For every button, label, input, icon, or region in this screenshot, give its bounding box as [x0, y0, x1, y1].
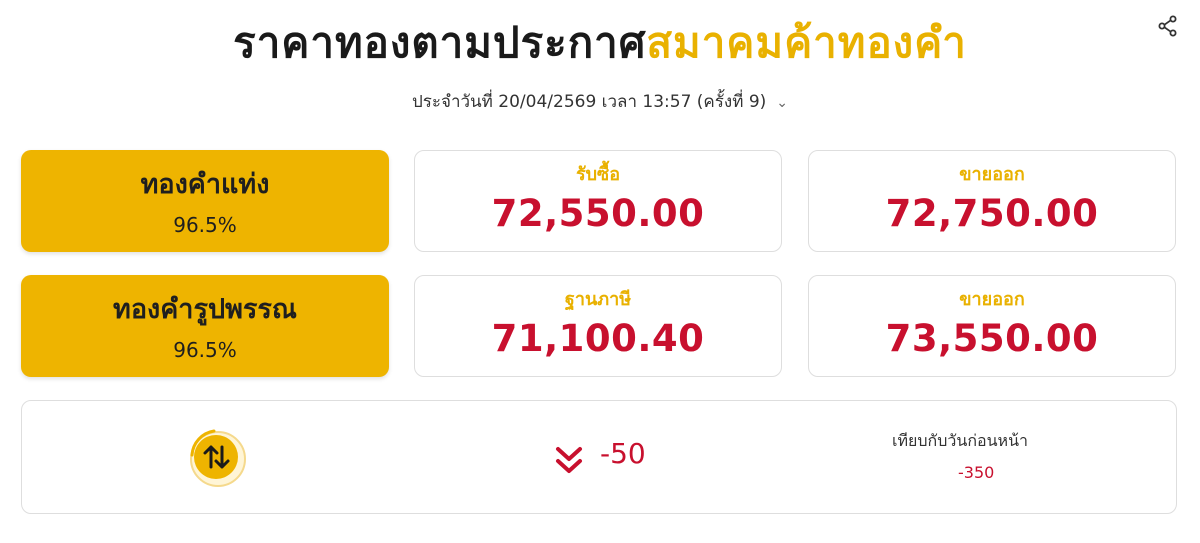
gold-bar-buy-price: 72,550.00 — [491, 192, 705, 235]
chevron-down-icon[interactable]: ⌄ — [776, 95, 788, 111]
gold-ornament-purity: 96.5% — [173, 338, 237, 362]
gold-ornament-sell-label: ขายออก — [959, 289, 1025, 310]
double-chevron-down-icon — [554, 443, 584, 477]
gold-ornament-label: ทองคำรูปพรรณ 96.5% — [21, 275, 389, 377]
gold-bar-name: ทองคำแท่ง — [140, 169, 270, 200]
page-title: ราคาทองตามประกาศสมาคมค้าทองคำ — [0, 10, 1200, 76]
title-accent: สมาคมค้าทองคำ — [646, 18, 967, 67]
up-down-arrows-icon — [184, 425, 248, 489]
gold-bar-buy-label: รับซื้อ — [575, 164, 621, 185]
gold-ornament-base-card: ฐานภาษี 71,100.40 — [414, 275, 782, 377]
gold-ornament-base-label: ฐานภาษี — [564, 289, 632, 310]
gold-bar-purity: 96.5% — [173, 213, 237, 237]
date-selector[interactable]: ประจำวันที่ 20/04/2569 เวลา 13:57 (ครั้ง… — [0, 88, 1200, 115]
gold-bar-sell-label: ขายออก — [959, 164, 1025, 185]
date-line: ประจำวันที่ 20/04/2569 เวลา 13:57 (ครั้ง… — [411, 92, 767, 112]
gold-ornament-name: ทองคำรูปพรรณ — [113, 294, 297, 325]
daily-change-value: -50 — [600, 437, 646, 470]
compare-previous-label: เทียบกับวันก่อนหน้า — [892, 431, 1029, 450]
gold-bar-sell-card: ขายออก 72,750.00 — [808, 150, 1176, 252]
compare-previous-value: -350 — [958, 463, 995, 482]
gold-bar-sell-price: 72,750.00 — [885, 192, 1099, 235]
gold-bar-buy-card: รับซื้อ 72,550.00 — [414, 150, 782, 252]
share-icon[interactable] — [1156, 14, 1180, 38]
gold-ornament-sell-card: ขายออก 73,550.00 — [808, 275, 1176, 377]
price-change-panel: -50 เทียบกับวันก่อนหน้า -350 — [21, 400, 1177, 514]
gold-ornament-sell-price: 73,550.00 — [885, 317, 1099, 360]
gold-bar-label: ทองคำแท่ง 96.5% — [21, 150, 389, 252]
gold-ornament-base-price: 71,100.40 — [491, 317, 705, 360]
title-main: ราคาทองตามประกาศ — [233, 18, 647, 67]
